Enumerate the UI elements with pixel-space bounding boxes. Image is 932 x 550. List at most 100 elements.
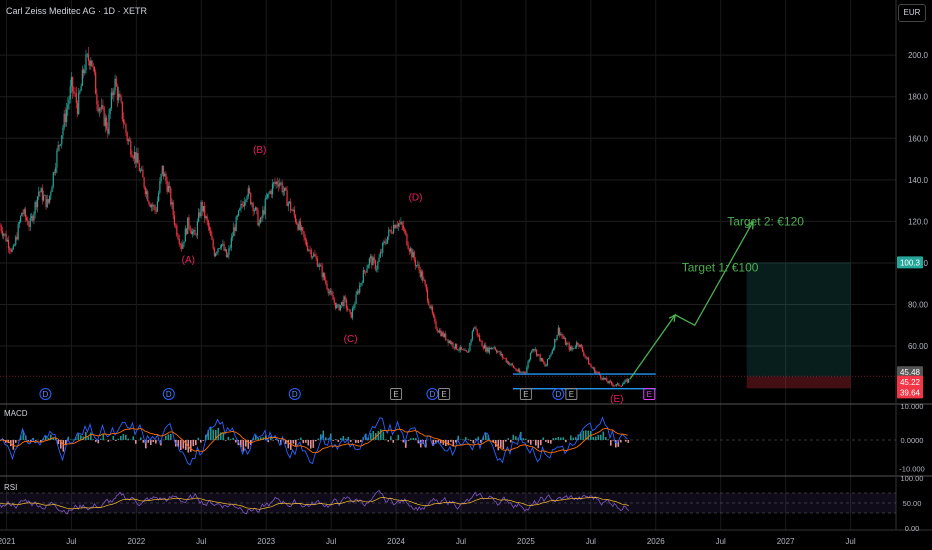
candle-body [280,182,282,184]
candle-body [479,335,481,341]
candle-body [89,60,91,66]
candle-body [122,119,125,124]
wave-label: (A) [182,255,195,266]
candle-body [307,245,309,251]
candle-body [531,351,533,353]
macd-histogram-bar [185,440,187,450]
candle-body [426,289,429,301]
candle-body [322,273,324,278]
candle-body [85,54,87,71]
candle-body [402,225,404,231]
candle-body [333,299,335,303]
candle-body [373,257,375,261]
candle-body [207,220,209,228]
candle-body [557,327,559,336]
candle-body [340,301,343,306]
macd-histogram-bar [135,440,137,444]
candle-body [385,243,387,244]
candle-body [168,185,171,188]
macd-histogram-bar [620,440,622,443]
candle-body [535,349,538,356]
macd-histogram-bar [507,438,510,440]
macd-histogram-bar [77,433,80,440]
macd-histogram-bar [570,435,572,440]
candle-body [147,191,149,202]
candle-body [231,236,234,238]
candle-body [52,172,54,187]
candle-body [285,187,287,191]
candle-body [22,212,24,214]
candle-body [308,249,310,251]
candle-body [13,244,16,246]
macd-histogram-bar [70,439,72,440]
candle-body [384,241,386,244]
candle-body [526,367,528,373]
time-tick-label: Jul [845,537,855,546]
price-tick-label: 60.00 [908,342,929,351]
macd-histogram-bar [532,440,535,441]
macd-histogram-bar [62,440,65,452]
macd-histogram-bar [225,440,227,441]
candle-body [550,353,552,356]
candle-body [390,230,392,234]
candle-body [239,208,241,211]
candle-body [104,117,106,126]
candle-body [349,309,351,313]
candle-body [566,343,568,345]
candle-body [351,308,354,318]
macd-histogram-bar [120,435,122,440]
macd-histogram-bar [350,440,352,442]
candle-body [491,347,493,350]
candle-body [46,199,48,208]
candle-body [116,86,119,101]
candle-body [202,205,205,212]
macd-histogram-bar [610,440,612,446]
candle-body [563,338,565,339]
candle-body [607,381,609,383]
candle-body [90,60,92,66]
candle-body [332,294,334,300]
candle-body [344,296,346,300]
macd-histogram-bar [125,434,127,440]
candle-body [474,327,476,329]
candle-body [321,266,323,278]
candle-body [601,378,603,380]
candle-body [235,216,237,232]
candle-body [3,234,5,236]
candle-body [336,304,338,309]
event-marker-label: D [555,390,561,399]
candle-body [539,354,541,361]
candle-body [27,220,29,226]
candle-body [476,329,478,336]
candle-body [16,236,18,240]
candle-body [34,201,36,214]
macd-histogram-bar [87,436,90,440]
currency-button[interactable]: EUR [898,4,926,22]
price-label: 100.3 [900,258,921,267]
chart[interactable]: (A) (B) (C) (D) (E) Target 1: €100 Target 2: €… [0,0,932,550]
candle-body [62,127,64,136]
candle-body [264,198,266,215]
candle-body [195,234,197,236]
macd-histogram-bar [80,435,82,440]
candle-body [182,243,184,249]
candle-body [51,186,53,193]
wave-label: (E) [610,394,623,405]
candle-body [103,107,105,126]
candle-body [171,202,173,205]
candle-body [99,108,102,110]
candle-body [162,165,165,177]
macd-histogram-bar [542,437,545,440]
candle-body [626,379,628,383]
candle-body [363,270,366,272]
candle-body [23,209,25,214]
candle-body [152,205,154,207]
candle-body [611,381,613,385]
candle-body [586,357,589,359]
macd-label: MACD [4,409,28,418]
candle-body [425,284,427,290]
price-tick-label: 200.0 [908,51,929,60]
candle-body [253,210,255,212]
candle-body [216,252,218,254]
candle-body [311,256,314,258]
